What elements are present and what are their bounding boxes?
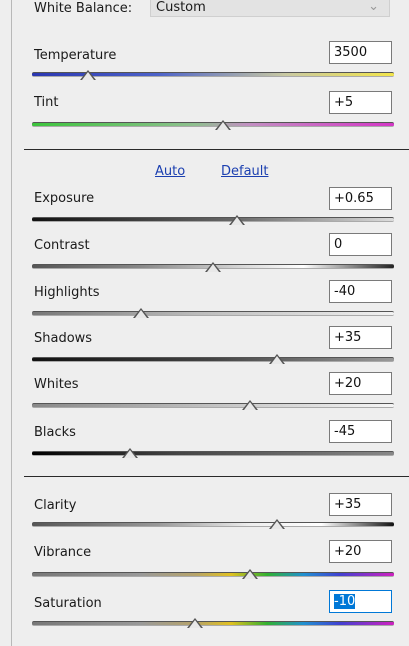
exposure-label: Exposure — [34, 191, 95, 206]
highlights-slider-track[interactable] — [32, 311, 394, 316]
contrast-label: Contrast — [34, 238, 90, 253]
saturation-slider-thumb[interactable] — [187, 618, 203, 628]
vibrance-field[interactable]: +20 — [329, 540, 392, 563]
blacks-slider-thumb[interactable] — [122, 448, 138, 458]
whites-slider-thumb[interactable] — [242, 400, 258, 410]
tint-slider-track[interactable] — [32, 122, 394, 127]
saturation-value-selected: -10 — [334, 594, 356, 609]
white-balance-label: White Balance: — [34, 1, 133, 16]
default-link[interactable]: Default — [221, 164, 269, 179]
blacks-label: Blacks — [34, 425, 76, 440]
chevron-down-icon: ⌄ — [368, 0, 379, 14]
clarity-label: Clarity — [34, 498, 77, 513]
contrast-field[interactable]: 0 — [329, 233, 392, 256]
vibrance-slider-track[interactable] — [32, 572, 394, 577]
blacks-field[interactable]: -45 — [329, 420, 392, 443]
shadows-label: Shadows — [34, 331, 93, 346]
tint-label: Tint — [34, 95, 59, 110]
clarity-slider-track[interactable] — [32, 522, 394, 527]
whites-label: Whites — [34, 377, 79, 392]
shadows-slider-track[interactable] — [32, 357, 394, 362]
tint-field[interactable]: +5 — [329, 91, 392, 114]
highlights-label: Highlights — [34, 285, 100, 300]
section-divider — [24, 149, 409, 150]
saturation-slider-track[interactable] — [32, 621, 394, 626]
exposure-slider-track[interactable] — [32, 217, 394, 222]
vibrance-slider-thumb[interactable] — [242, 569, 258, 579]
white-balance-dropdown[interactable]: Custom ⌄ — [150, 0, 390, 17]
clarity-slider-thumb[interactable] — [269, 519, 285, 529]
temperature-label: Temperature — [34, 48, 117, 63]
exposure-slider-thumb[interactable] — [229, 215, 245, 225]
shadows-field[interactable]: +35 — [329, 326, 392, 349]
auto-link[interactable]: Auto — [155, 164, 185, 179]
panel-left-border — [11, 0, 12, 646]
clarity-field[interactable]: +35 — [329, 493, 392, 516]
whites-slider-track[interactable] — [32, 403, 394, 408]
temperature-field[interactable]: 3500 — [329, 41, 392, 64]
shadows-slider-thumb[interactable] — [269, 354, 285, 364]
contrast-slider-thumb[interactable] — [205, 262, 221, 272]
saturation-field[interactable]: -10 — [329, 590, 392, 613]
vibrance-label: Vibrance — [34, 545, 92, 560]
tint-slider-thumb[interactable] — [215, 120, 231, 130]
whites-field[interactable]: +20 — [329, 372, 392, 395]
highlights-slider-thumb[interactable] — [133, 308, 149, 318]
temperature-slider-thumb[interactable] — [80, 70, 96, 80]
exposure-field[interactable]: +0.65 — [329, 187, 392, 210]
white-balance-value: Custom — [156, 0, 206, 15]
highlights-field[interactable]: -40 — [329, 280, 392, 303]
section-divider — [24, 476, 409, 477]
saturation-label: Saturation — [34, 596, 102, 611]
blacks-slider-track[interactable] — [32, 451, 394, 456]
